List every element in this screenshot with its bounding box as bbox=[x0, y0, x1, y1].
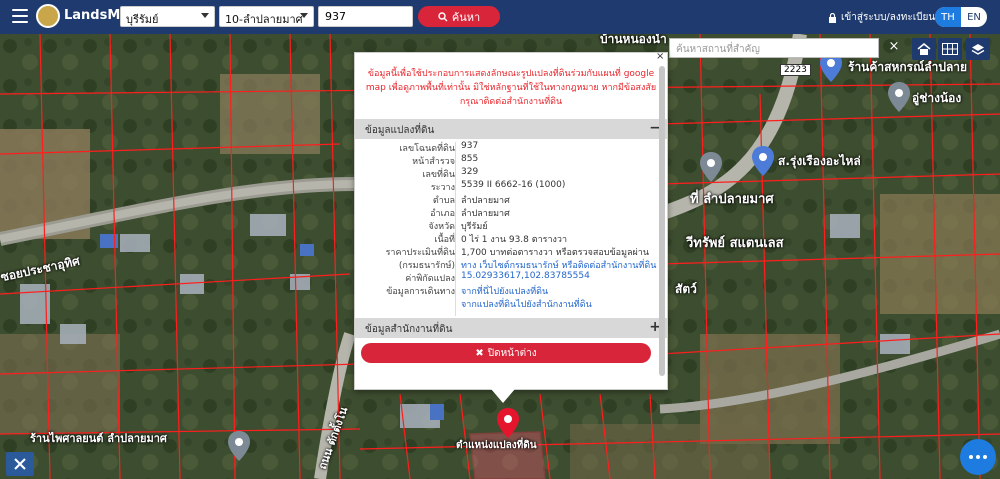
parcel-section-title: ข้อมูลแปลงที่ดิน bbox=[365, 125, 435, 136]
directions-to-office-link[interactable]: จากแปลงที่ดินไปยังสำนักงานที่ดิน bbox=[461, 297, 592, 311]
layers-button[interactable] bbox=[966, 38, 990, 60]
info-key: เนื้อที่ bbox=[434, 235, 455, 245]
info-key: เลขโฉนดที่ดิน bbox=[399, 144, 455, 154]
place-pin-icon[interactable] bbox=[888, 82, 910, 112]
info-value: 0 ไร่ 1 งาน 93.8 ตารางวา bbox=[461, 235, 568, 245]
directions-to-parcel-link[interactable]: จากที่นี่ไปยังแปลงที่ดิน bbox=[461, 284, 548, 298]
info-value: 5539 II 6662-16 (1000) bbox=[461, 180, 566, 190]
treasury-website-link[interactable]: ทาง เว็บไซต์กรมธนารักษ์ หรือติดต่อสำนักง… bbox=[461, 258, 656, 272]
popup-close-icon[interactable]: × bbox=[656, 52, 666, 62]
info-row-deed-no: เลขโฉนดที่ดิน 937 bbox=[355, 141, 667, 154]
coordinates-link[interactable]: 15.02933617,102.83785554 bbox=[461, 271, 590, 281]
clear-search-icon[interactable]: × bbox=[886, 39, 902, 55]
top-navbar: LandsMaps บุรีรัมย์ 10-ลำปลายมาศ 937 ค้น… bbox=[0, 0, 1000, 34]
place-pin-icon[interactable] bbox=[700, 152, 722, 182]
info-row-survey-page: หน้าสำรวจ 855 bbox=[355, 154, 667, 167]
place-pin-icon[interactable] bbox=[228, 431, 250, 461]
search-icon bbox=[438, 11, 448, 21]
info-key: (กรมธนารักษ์) bbox=[398, 261, 455, 271]
info-key: ระวาง bbox=[430, 183, 455, 193]
measure-tool-button[interactable] bbox=[6, 452, 34, 476]
landsmaps-logo[interactable] bbox=[36, 4, 60, 28]
info-row-district: อำเภอ ลำปลายมาศ bbox=[355, 206, 667, 219]
login-label: เข้าสู่ระบบ/ลงทะเบียน bbox=[841, 12, 936, 23]
info-row-coordinates: ค่าพิกัดแปลง 15.02933617,102.83785554 bbox=[355, 271, 667, 284]
more-options-button[interactable] bbox=[960, 439, 996, 475]
menu-icon[interactable] bbox=[12, 9, 28, 23]
tools-icon bbox=[14, 458, 26, 470]
map-label-shop-small: สัตว์ bbox=[675, 282, 697, 296]
info-key: ราคาประเมินที่ดิน bbox=[385, 248, 455, 258]
info-value: ลำปลายมาศ bbox=[461, 196, 510, 206]
chevron-down-icon bbox=[201, 13, 209, 18]
info-value: 937 bbox=[461, 141, 479, 151]
dot-icon bbox=[976, 455, 980, 459]
map-label-road-top: บ้านหนองน้ำ bbox=[600, 34, 667, 46]
district-select[interactable]: 10-ลำปลายมาศ bbox=[219, 6, 314, 27]
lang-th-button[interactable]: TH bbox=[935, 7, 961, 27]
map-label-parcel: ตำแหน่งแปลงที่ดิน bbox=[456, 440, 537, 451]
info-key: อำเภอ bbox=[430, 209, 455, 219]
disclaimer-text: ข้อมูลนี้เพื่อใช้ประกอบการแสดงลักษณะรูปแ… bbox=[365, 69, 657, 107]
info-row-area: เนื้อที่ 0 ไร่ 1 งาน 93.8 ตารางวา bbox=[355, 232, 667, 245]
info-row-province: จังหวัด บุรีรัมย์ bbox=[355, 219, 667, 232]
search-button-label: ค้นหา bbox=[451, 10, 481, 24]
shop-pin-icon[interactable] bbox=[752, 146, 774, 176]
close-icon: ✖ bbox=[475, 347, 484, 359]
info-key: เลขที่ดิน bbox=[422, 170, 455, 180]
map-label-shop-bottom-left: ร้านไพศาลยนต์ ลำปลายมาศ bbox=[30, 432, 167, 445]
lock-icon bbox=[829, 12, 836, 23]
popup-column-divider bbox=[455, 142, 456, 316]
parcel-info-popup: ข้อมูลนี้เพื่อใช้ประกอบการแสดงลักษณะรูปแ… bbox=[354, 52, 668, 390]
grid-icon bbox=[942, 43, 958, 55]
map-label-shop-top-right: ร้านค้าสหกรณ์ลำปลาย bbox=[848, 60, 968, 74]
map-label-place-lower: วีทรัพย์ สแตนเลส bbox=[686, 236, 784, 251]
close-window-label: ปิดหน้าต่าง bbox=[487, 347, 537, 359]
landmark-search-input[interactable]: ค้นหาสถานที่สำคัญ bbox=[669, 38, 879, 58]
home-icon bbox=[917, 42, 931, 55]
close-window-button[interactable]: ✖ ปิดหน้าต่าง bbox=[361, 343, 651, 363]
info-row-sheet: ระวาง 5539 II 6662-16 (1000) bbox=[355, 180, 667, 193]
info-row-directions-office: จากแปลงที่ดินไปยังสำนักงานที่ดิน bbox=[355, 297, 667, 310]
info-key: ข้อมูลการเดินทาง bbox=[386, 287, 455, 297]
district-select-value: 10-ลำปลายมาศ bbox=[225, 13, 303, 26]
office-section-header[interactable]: ข้อมูลสำนักงานที่ดิน + bbox=[355, 318, 667, 338]
lang-en-button[interactable]: EN bbox=[961, 7, 987, 27]
language-toggle[interactable]: TH EN bbox=[935, 7, 987, 27]
info-key: หน้าสำรวจ bbox=[412, 157, 455, 167]
info-value: ลำปลายมาศ bbox=[461, 209, 510, 219]
info-value: 329 bbox=[461, 167, 479, 177]
home-button[interactable] bbox=[912, 38, 936, 60]
login-link[interactable]: เข้าสู่ระบบ/ลงทะเบียน bbox=[828, 10, 935, 25]
popup-scrollbar-thumb[interactable] bbox=[659, 66, 665, 376]
info-row-land-no: เลขที่ดิน 329 bbox=[355, 167, 667, 180]
chevron-down-icon bbox=[300, 13, 308, 18]
popup-pointer bbox=[491, 389, 515, 403]
info-row-treasury: (กรมธนารักษ์) ทาง เว็บไซต์กรมธนารักษ์ หรื… bbox=[355, 258, 667, 271]
map-label-shop-mid-right: ส.รุ่งเรืองอะไหล่ bbox=[778, 154, 861, 168]
info-value: บุรีรัมย์ bbox=[461, 222, 488, 232]
route-badge: 2223 bbox=[780, 64, 811, 76]
province-select-value: บุรีรัมย์ bbox=[126, 13, 159, 26]
info-row-appraisal: ราคาประเมินที่ดิน 1,700 บาทต่อตารางวา หรื… bbox=[355, 245, 667, 258]
info-key: จังหวัด bbox=[428, 222, 456, 232]
info-key: ตำบล bbox=[432, 196, 455, 206]
info-key: ค่าพิกัดแปลง bbox=[405, 274, 455, 284]
province-select[interactable]: บุรีรัมย์ bbox=[120, 6, 215, 27]
parcel-section-header[interactable]: ข้อมูลแปลงที่ดิน − bbox=[355, 119, 667, 139]
dot-icon bbox=[969, 455, 973, 459]
deed-number-input[interactable]: 937 bbox=[318, 6, 413, 27]
dot-icon bbox=[983, 455, 987, 459]
map-label-place-mid: ที่ ลำปลายมาศ bbox=[690, 192, 774, 207]
map-label-shop-right: อู่ช่างน้อง bbox=[912, 91, 962, 105]
info-row-subdistrict: ตำบล ลำปลายมาศ bbox=[355, 193, 667, 206]
info-value: 855 bbox=[461, 154, 479, 164]
layers-icon bbox=[971, 43, 985, 55]
grid-button[interactable] bbox=[938, 38, 962, 60]
info-value: 1,700 บาทต่อตารางวา หรือตรวจสอบข้อมูลผ่า… bbox=[461, 248, 649, 258]
parcel-marker-icon[interactable] bbox=[497, 408, 519, 438]
search-button[interactable]: ค้นหา bbox=[418, 6, 500, 27]
info-row-directions: ข้อมูลการเดินทาง จากที่นี่ไปยังแปลงที่ดิน bbox=[355, 284, 667, 297]
office-section-title: ข้อมูลสำนักงานที่ดิน bbox=[365, 324, 453, 335]
